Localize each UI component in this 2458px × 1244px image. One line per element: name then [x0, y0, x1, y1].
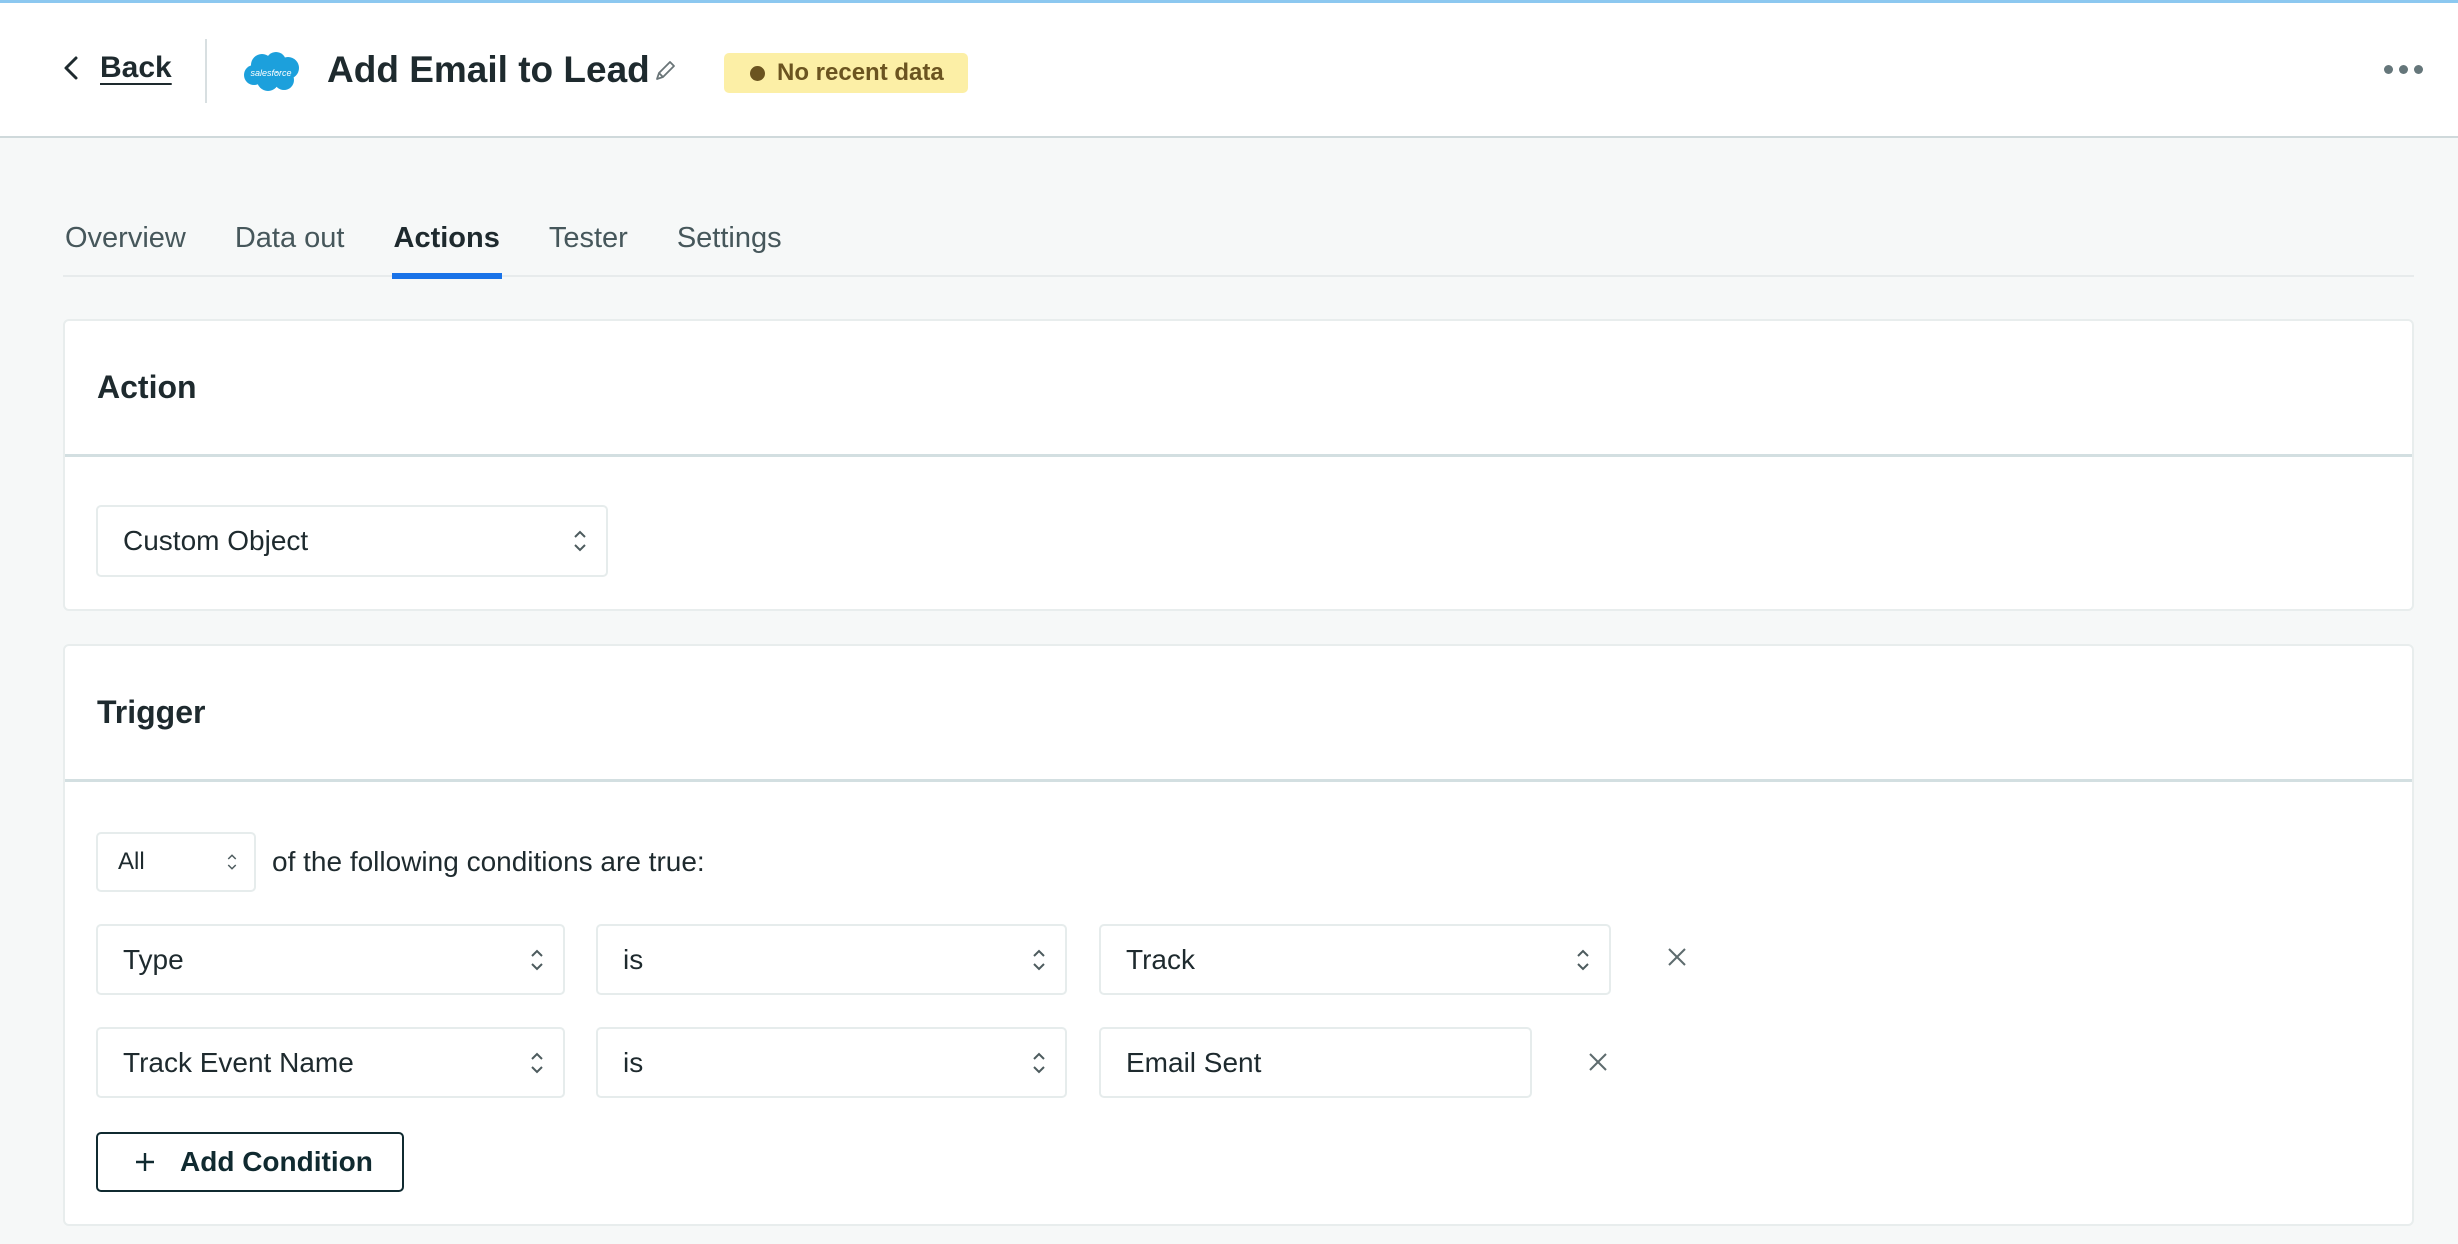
tab-settings[interactable]: Settings [675, 210, 784, 277]
chevron-up-down-icon [531, 1052, 543, 1073]
header-divider [205, 39, 207, 103]
condition-field-value: Type [123, 943, 184, 975]
match-mode-value: All [118, 848, 145, 875]
action-card-header: Action [65, 321, 2412, 457]
tab-overview[interactable]: Overview [63, 210, 188, 277]
condition-field-select[interactable]: Type [96, 924, 565, 995]
condition-operator-value: is [623, 943, 644, 975]
status-badge: No recent data [724, 53, 968, 93]
status-badge-label: No recent data [777, 59, 944, 86]
salesforce-logo: salesforce [244, 52, 299, 91]
chevron-up-down-icon [1033, 949, 1045, 970]
back-label: Back [100, 51, 172, 84]
condition-value: Track [1126, 943, 1195, 975]
pencil-icon[interactable] [652, 58, 678, 84]
action-type-select[interactable]: Custom Object [96, 505, 608, 577]
page-header: Back salesforce Add Email to Lead No rec… [0, 0, 2458, 138]
logo-text: salesforce [250, 68, 291, 78]
remove-condition-icon[interactable] [1665, 945, 1689, 969]
condition-value: Email Sent [1126, 1046, 1262, 1078]
condition-operator-select[interactable]: is [596, 1027, 1067, 1098]
chevron-up-down-icon [227, 854, 237, 870]
tab-actions[interactable]: Actions [391, 210, 503, 279]
chevron-up-down-icon [1577, 949, 1589, 970]
chevron-left-icon [64, 56, 78, 80]
condition-field-value: Track Event Name [123, 1046, 354, 1078]
page-title: Add Email to Lead [327, 49, 650, 90]
remove-condition-icon[interactable] [1586, 1050, 1610, 1074]
tab-tester[interactable]: Tester [547, 210, 630, 277]
trigger-card-header: Trigger [65, 646, 2412, 782]
plus-icon [136, 1153, 154, 1171]
chevron-up-down-icon [1033, 1052, 1045, 1073]
conditions-description: of the following conditions are true: [272, 846, 705, 877]
add-condition-label: Add Condition [180, 1146, 373, 1177]
condition-operator-select[interactable]: is [596, 924, 1067, 995]
more-dot-icon [2414, 65, 2423, 74]
status-dot-icon [750, 65, 765, 81]
chevron-up-down-icon [574, 530, 586, 552]
condition-field-select[interactable]: Track Event Name [96, 1027, 565, 1098]
match-mode-select[interactable]: All [96, 832, 256, 892]
tab-bar: Overview Data out Actions Tester Setting… [63, 210, 2414, 279]
more-dot-icon [2399, 65, 2408, 74]
more-dot-icon [2384, 65, 2393, 74]
action-card-title: Action [97, 369, 197, 405]
condition-value-input[interactable]: Email Sent [1099, 1027, 1532, 1098]
chevron-up-down-icon [531, 949, 543, 970]
tab-data-out[interactable]: Data out [233, 210, 347, 277]
more-options-button[interactable] [2384, 65, 2423, 74]
condition-value-select[interactable]: Track [1099, 924, 1611, 995]
condition-operator-value: is [623, 1046, 644, 1078]
trigger-card-title: Trigger [97, 694, 206, 730]
add-condition-button[interactable]: Add Condition [96, 1132, 404, 1192]
back-button[interactable]: Back [60, 51, 172, 85]
action-type-value: Custom Object [123, 525, 309, 556]
